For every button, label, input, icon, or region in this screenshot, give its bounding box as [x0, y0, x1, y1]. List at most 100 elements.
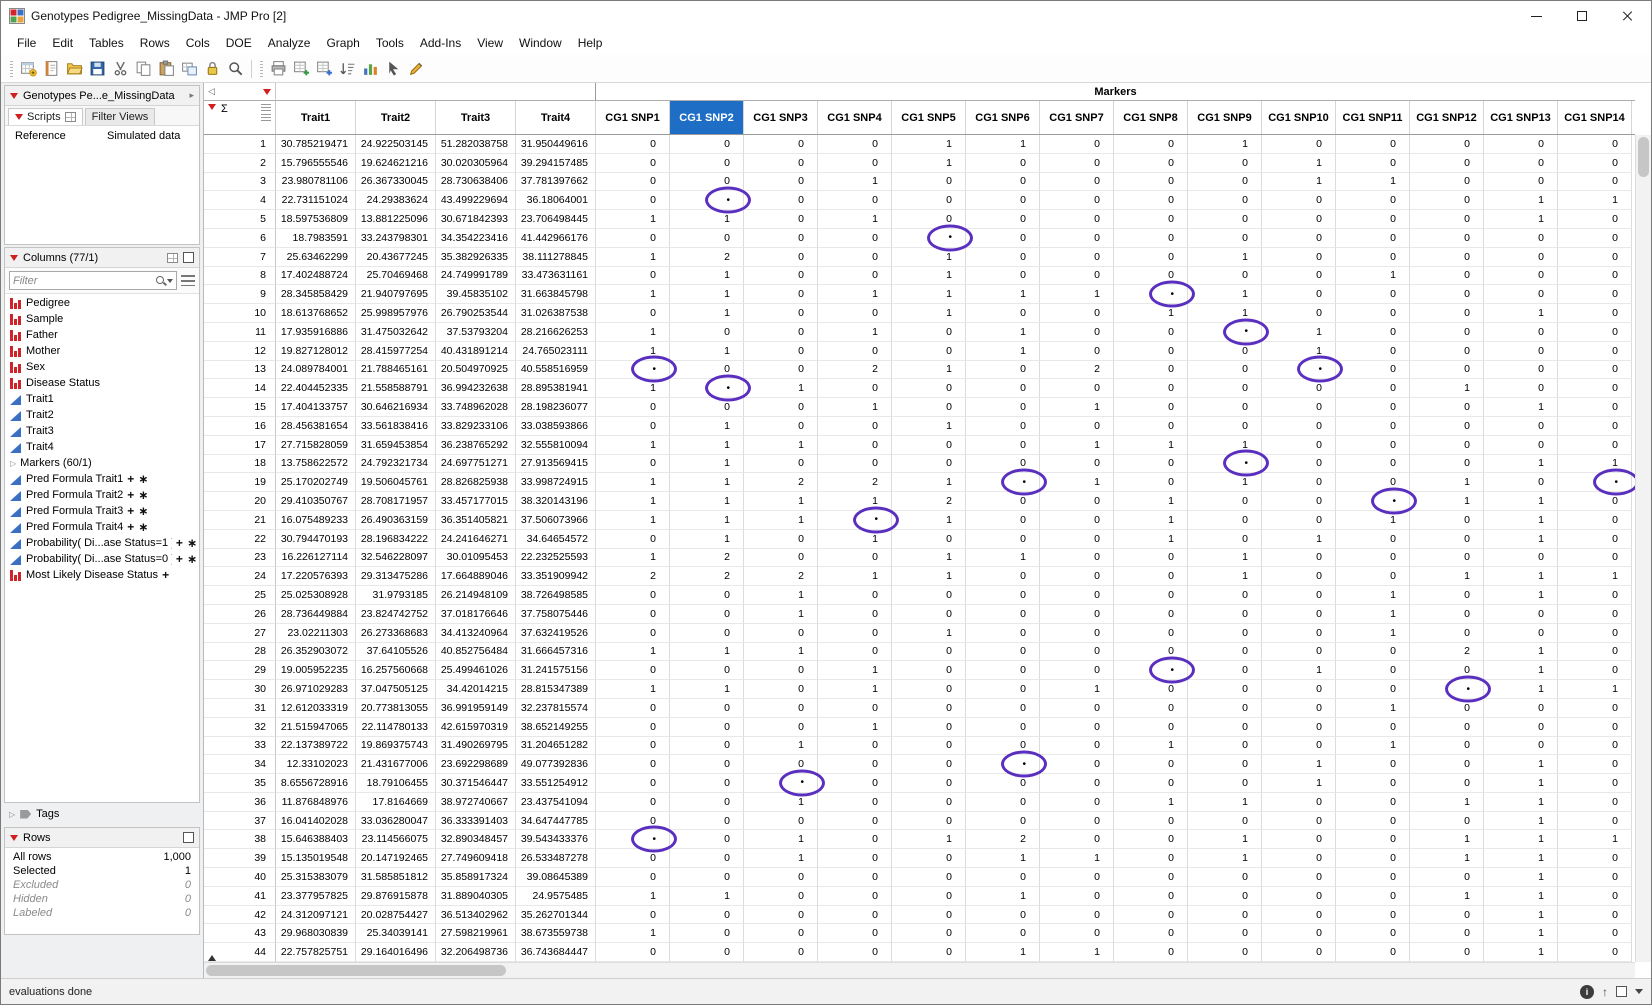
column-header-cg1-snp4[interactable]: CG1 SNP4: [818, 101, 892, 134]
snp-cell[interactable]: 0: [1410, 924, 1484, 943]
snp-cell[interactable]: 1: [1262, 774, 1336, 793]
snp-cell[interactable]: 1: [744, 643, 818, 662]
window-icon[interactable]: [1616, 986, 1627, 997]
trait-cell[interactable]: 13.758622572: [276, 455, 356, 474]
trait-cell[interactable]: 21.940797695: [356, 285, 436, 304]
snp-cell[interactable]: 1: [1040, 398, 1114, 417]
snp-cell[interactable]: 0: [1484, 267, 1558, 286]
snp-cell[interactable]: 0: [892, 680, 966, 699]
snp-cell[interactable]: 0: [670, 323, 744, 342]
snp-cell[interactable]: 0: [596, 906, 670, 925]
snp-cell[interactable]: 0: [818, 135, 892, 154]
trait-cell[interactable]: 25.998957976: [356, 304, 436, 323]
snp-cell[interactable]: 0: [1040, 868, 1114, 887]
snp-cell[interactable]: 0: [1114, 887, 1188, 906]
tab-filter-views[interactable]: Filter Views: [85, 108, 156, 125]
snp-cell[interactable]: 0: [1114, 248, 1188, 267]
trait-cell[interactable]: 25.170202749: [276, 473, 356, 492]
snp-cell[interactable]: 1: [892, 549, 966, 568]
snp-cell[interactable]: 0: [1114, 943, 1188, 962]
snp-cell[interactable]: 1: [596, 643, 670, 662]
snp-cell[interactable]: 1: [596, 887, 670, 906]
snp-cell[interactable]: 0: [1336, 868, 1410, 887]
snp-cell[interactable]: 0: [1336, 455, 1410, 474]
row-number[interactable]: 4: [204, 191, 276, 210]
snp-cell[interactable]: 2: [670, 567, 744, 586]
snp-cell[interactable]: 1: [670, 455, 744, 474]
snp-cell[interactable]: 0: [1410, 906, 1484, 925]
trait-cell[interactable]: 38.972740667: [436, 793, 516, 812]
snp-cell[interactable]: 0: [1336, 210, 1410, 229]
trait-cell[interactable]: 12.33102023: [276, 755, 356, 774]
trait-cell[interactable]: 18.597536809: [276, 210, 356, 229]
disclosure-icon[interactable]: ▷: [9, 810, 15, 819]
snp-cell[interactable]: 1: [892, 361, 966, 380]
snp-cell[interactable]: 0: [966, 304, 1040, 323]
snp-cell[interactable]: 0: [966, 248, 1040, 267]
row-number[interactable]: 20: [204, 492, 276, 511]
snp-cell[interactable]: 0: [1484, 248, 1558, 267]
row-number[interactable]: 5: [204, 210, 276, 229]
column-item-pred-formula-trait4[interactable]: Pred Formula Trait4+∗: [5, 519, 199, 535]
trait-cell[interactable]: 23.02211303: [276, 624, 356, 643]
snp-cell[interactable]: 0: [1040, 737, 1114, 756]
red-triangle-icon[interactable]: [10, 255, 18, 261]
snp-cell[interactable]: 0: [670, 924, 744, 943]
snp-cell[interactable]: 0: [1040, 342, 1114, 361]
snp-cell[interactable]: 1: [818, 173, 892, 192]
snp-cell[interactable]: 1: [1484, 492, 1558, 511]
snp-cell[interactable]: 0: [1188, 379, 1262, 398]
snp-cell[interactable]: 0: [892, 868, 966, 887]
snp-cell[interactable]: 1: [966, 887, 1040, 906]
snp-cell[interactable]: 0: [1114, 605, 1188, 624]
snp-cell[interactable]: 0: [1558, 906, 1632, 925]
trait-cell[interactable]: 37.506073966: [516, 511, 596, 530]
snp-cell[interactable]: 0: [1188, 267, 1262, 286]
snp-cell[interactable]: 1: [1262, 173, 1336, 192]
snp-cell[interactable]: 0: [892, 191, 966, 210]
snp-cell[interactable]: 0: [1336, 135, 1410, 154]
column-item-sex[interactable]: Sex: [5, 359, 199, 375]
snp-cell[interactable]: 0: [1114, 323, 1188, 342]
snp-cell[interactable]: 0: [818, 605, 892, 624]
snp-cell[interactable]: 0: [1040, 661, 1114, 680]
snp-cell[interactable]: 0: [966, 436, 1040, 455]
trait-cell[interactable]: 29.876915878: [356, 887, 436, 906]
trait-cell[interactable]: 25.025308928: [276, 586, 356, 605]
snp-cell[interactable]: 1: [596, 210, 670, 229]
snp-cell[interactable]: 0: [966, 737, 1040, 756]
snp-cell[interactable]: 0: [1040, 492, 1114, 511]
snp-cell[interactable]: 2: [670, 549, 744, 568]
snp-cell[interactable]: 1: [1484, 755, 1558, 774]
snp-cell[interactable]: 1: [596, 924, 670, 943]
column-item-sample[interactable]: Sample: [5, 311, 199, 327]
snp-cell[interactable]: 0: [966, 793, 1040, 812]
snp-cell[interactable]: 0: [1558, 887, 1632, 906]
snp-cell[interactable]: 0: [1188, 643, 1262, 662]
trait-cell[interactable]: 22.137389722: [276, 737, 356, 756]
trait-cell[interactable]: 32.555810094: [516, 436, 596, 455]
snp-cell[interactable]: 0: [818, 586, 892, 605]
menu-file[interactable]: File: [9, 34, 44, 52]
snp-cell[interactable]: 1: [670, 285, 744, 304]
trait-cell[interactable]: 34.64654572: [516, 530, 596, 549]
row-number[interactable]: 19: [204, 473, 276, 492]
trait-cell[interactable]: 16.041402028: [276, 812, 356, 831]
trait-cell[interactable]: 29.313475286: [356, 567, 436, 586]
snp-cell[interactable]: 0: [966, 774, 1040, 793]
snp-cell[interactable]: 0: [744, 173, 818, 192]
trait-cell[interactable]: 26.273368683: [356, 624, 436, 643]
snp-cell[interactable]: 0: [1558, 210, 1632, 229]
snp-cell[interactable]: 0: [1410, 605, 1484, 624]
trait-cell[interactable]: 19.005952235: [276, 661, 356, 680]
snp-cell[interactable]: 1: [892, 417, 966, 436]
snp-cell[interactable]: 1: [1040, 285, 1114, 304]
snp-cell[interactable]: 0: [744, 323, 818, 342]
snp-cell[interactable]: 0: [818, 248, 892, 267]
row-number[interactable]: 40: [204, 868, 276, 887]
column-item-most-likely-disease-status[interactable]: Most Likely Disease Status+: [5, 567, 199, 583]
snp-cell[interactable]: 1: [818, 398, 892, 417]
snp-cell[interactable]: 0: [744, 699, 818, 718]
trait-cell[interactable]: 37.018176646: [436, 605, 516, 624]
row-number[interactable]: 41: [204, 887, 276, 906]
